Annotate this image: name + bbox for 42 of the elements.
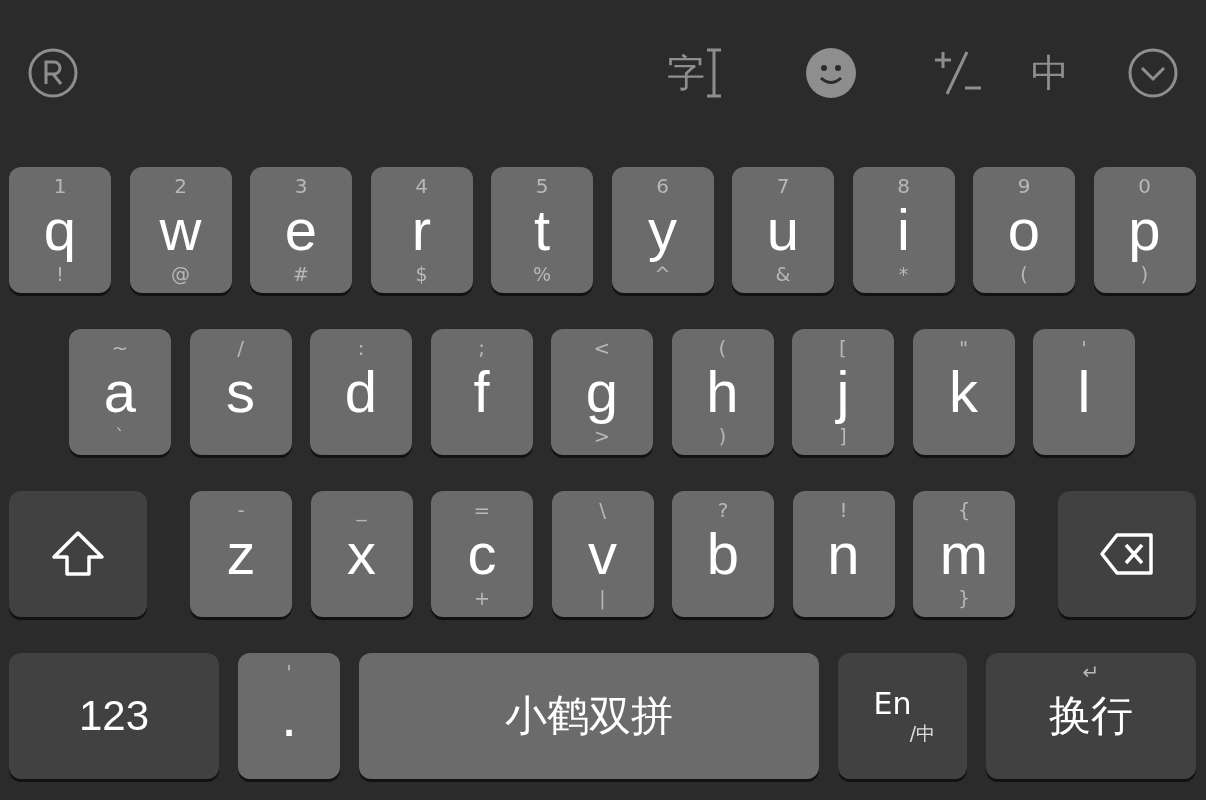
- plus-minus-icon[interactable]: [933, 50, 983, 96]
- letter-key[interactable]: 5 t %: [491, 167, 593, 293]
- letter-key[interactable]: ( h ): [671, 329, 774, 455]
- letter-key[interactable]: 0 p ): [1093, 167, 1196, 293]
- letter-key[interactable]: 1 q !: [9, 167, 111, 293]
- letter-key[interactable]: _ x: [310, 491, 413, 617]
- backspace-icon: [1099, 532, 1155, 576]
- registered-icon[interactable]: [27, 47, 79, 99]
- text-cursor-icon: [705, 47, 723, 99]
- letter-key[interactable]: 2 w @: [129, 167, 232, 293]
- letter-key[interactable]: ~ a `: [69, 329, 171, 455]
- letter-key[interactable]: ? b: [672, 491, 774, 617]
- punctuation-key[interactable]: ' .: [238, 653, 340, 779]
- backspace-key[interactable]: [1058, 491, 1196, 617]
- shift-arrow-icon: [50, 530, 106, 578]
- letter-key[interactable]: 9 o (: [973, 167, 1075, 293]
- letter-key[interactable]: 4 r $: [370, 167, 473, 293]
- language-button[interactable]: 中: [1031, 47, 1069, 99]
- return-key[interactable]: ↵ 换行: [986, 653, 1196, 779]
- letter-key[interactable]: - z: [190, 491, 292, 617]
- letter-key[interactable]: 6 y ^: [611, 167, 714, 293]
- letter-key[interactable]: 7 u &: [732, 167, 834, 293]
- letter-key[interactable]: 3 e #: [250, 167, 352, 293]
- letter-key[interactable]: = c +: [431, 491, 533, 617]
- letter-key[interactable]: < g >: [551, 329, 653, 455]
- letter-key[interactable]: 8 i *: [852, 167, 955, 293]
- letter-key[interactable]: " k: [912, 329, 1015, 455]
- letter-key[interactable]: ! n: [792, 491, 895, 617]
- letter-key[interactable]: ; f: [430, 329, 533, 455]
- smiley-icon[interactable]: [805, 47, 857, 99]
- numbers-key[interactable]: 123: [9, 653, 219, 779]
- letter-key[interactable]: / s: [189, 329, 292, 455]
- letter-key[interactable]: \ v |: [551, 491, 654, 617]
- space-key[interactable]: 小鹤双拼: [359, 653, 819, 779]
- text-cursor-button[interactable]: 字: [667, 47, 723, 99]
- language-switch-key[interactable]: En /中: [838, 653, 967, 779]
- letter-key[interactable]: ' l: [1033, 329, 1135, 455]
- collapse-keyboard-icon[interactable]: [1127, 47, 1179, 99]
- shift-key[interactable]: [9, 491, 147, 617]
- letter-key[interactable]: { m }: [913, 491, 1015, 617]
- letter-key[interactable]: [ j ]: [792, 329, 894, 455]
- letter-key[interactable]: : d: [310, 329, 412, 455]
